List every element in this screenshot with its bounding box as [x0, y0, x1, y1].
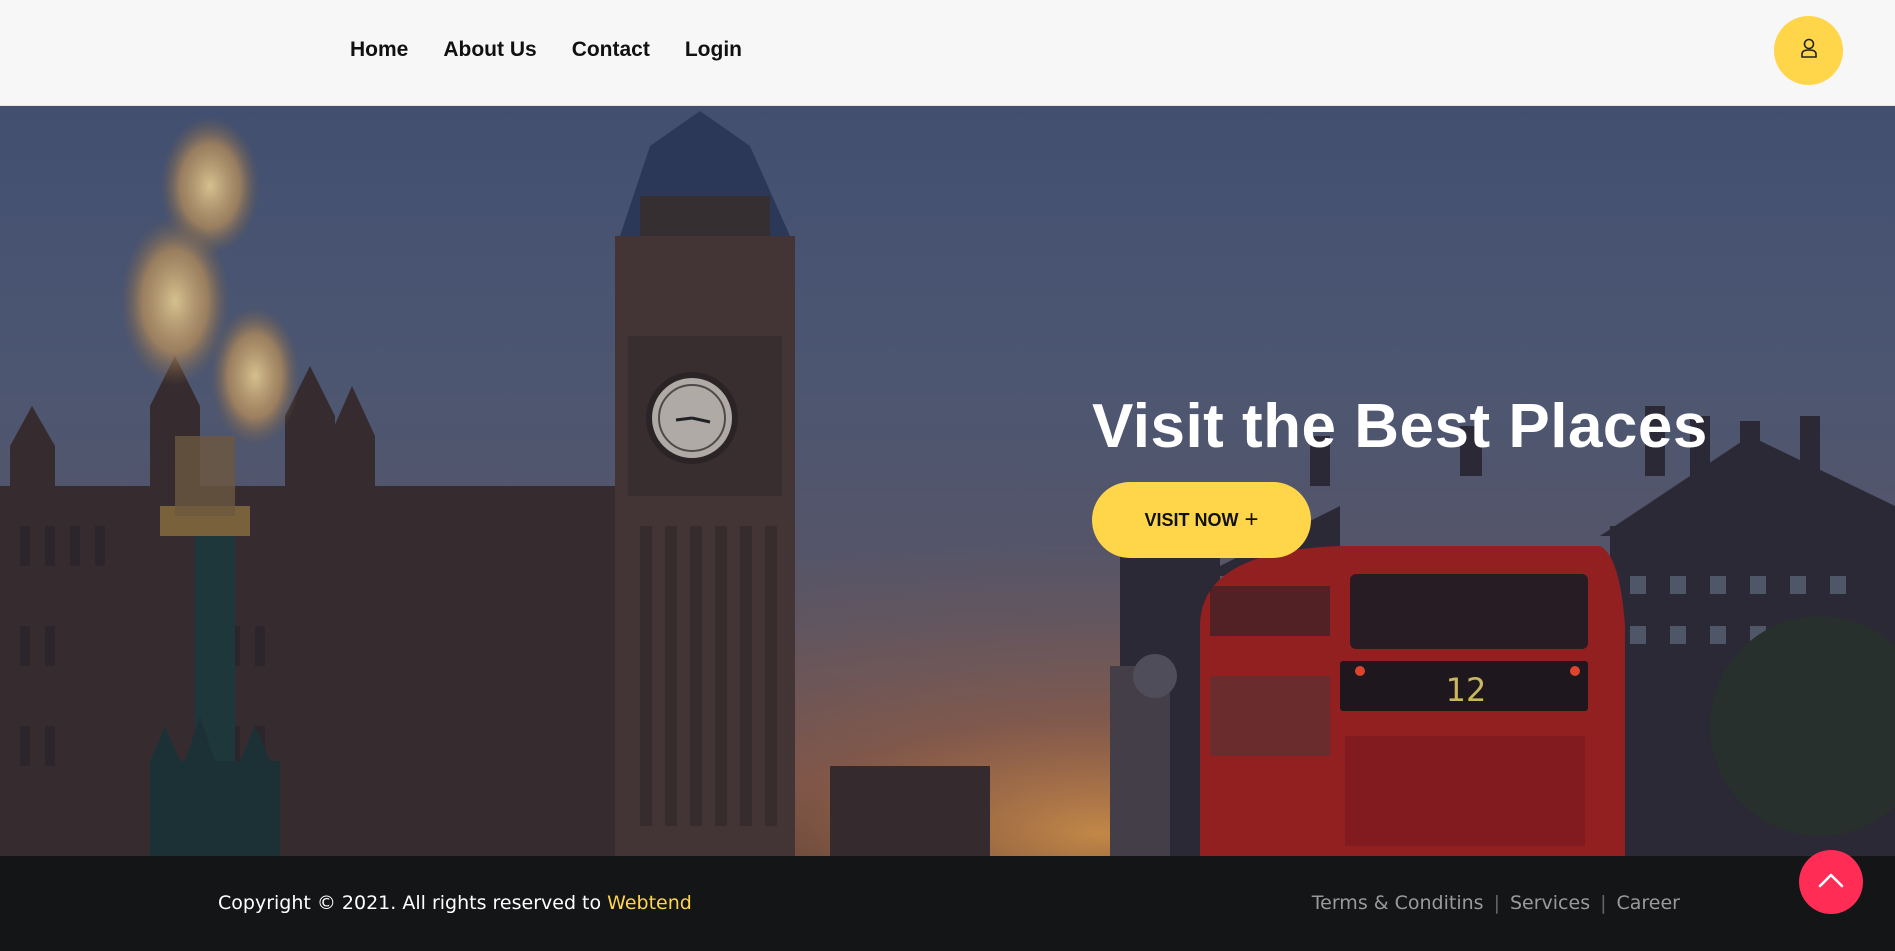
hero-title: Visit the Best Places: [1092, 392, 1708, 461]
footer-separator: |: [1600, 892, 1607, 914]
hero-banner: 12 Visit the Best Places VISIT NOW +: [0, 106, 1895, 856]
site-header: Home About Us Contact Login: [0, 0, 1895, 106]
plus-icon: +: [1244, 506, 1259, 533]
london-scene-image: 12: [0, 106, 1895, 856]
visit-now-button[interactable]: VISIT NOW +: [1092, 482, 1311, 558]
chevron-up-icon: [1817, 871, 1845, 894]
footer-link-career[interactable]: Career: [1617, 892, 1681, 914]
footer-separator: |: [1493, 892, 1500, 914]
nav-home[interactable]: Home: [350, 38, 408, 62]
nav-login[interactable]: Login: [685, 38, 742, 62]
copyright-prefix: Copyright © 2021. All rights reserved to: [218, 892, 608, 914]
brand-link[interactable]: Webtend: [607, 892, 692, 914]
main-nav: Home About Us Contact Login: [350, 0, 742, 100]
footer-link-terms[interactable]: Terms & Conditins: [1312, 892, 1484, 914]
footer-links: Terms & Conditins | Services | Career: [1312, 892, 1680, 914]
copyright-text: Copyright © 2021. All rights reserved to…: [218, 892, 692, 914]
footer-link-services[interactable]: Services: [1510, 892, 1590, 914]
nav-contact[interactable]: Contact: [572, 38, 650, 62]
scroll-to-top-button[interactable]: [1799, 850, 1863, 914]
user-account-button[interactable]: [1774, 16, 1843, 85]
nav-about-us[interactable]: About Us: [443, 38, 536, 62]
site-footer: Copyright © 2021. All rights reserved to…: [0, 856, 1895, 951]
user-icon: [1799, 37, 1819, 64]
visit-now-label: VISIT NOW: [1144, 509, 1239, 530]
